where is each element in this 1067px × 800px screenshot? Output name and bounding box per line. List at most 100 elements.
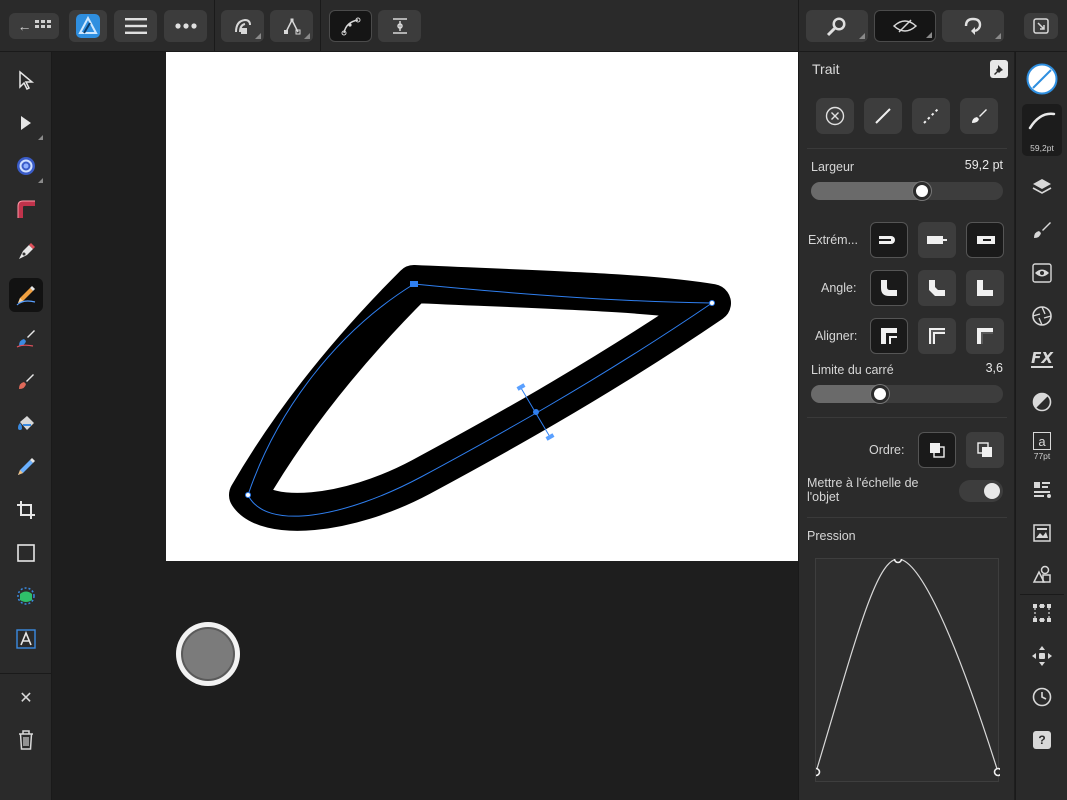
transform-origin-button[interactable] — [378, 10, 421, 42]
paint-icon — [19, 374, 34, 389]
undo-button[interactable] — [942, 10, 1004, 42]
shapes-icon — [1032, 565, 1051, 583]
curve-node-top[interactable] — [410, 281, 418, 287]
close-icon: ✕ — [19, 690, 33, 707]
shape-tool[interactable] — [9, 579, 43, 613]
node-tools-button[interactable] — [270, 10, 313, 42]
curve-node-right[interactable] — [709, 300, 715, 306]
artboard-drawing — [229, 265, 731, 531]
artboard[interactable] — [166, 52, 798, 561]
snapping-button[interactable] — [221, 10, 264, 42]
no-stroke-button[interactable] — [816, 98, 854, 134]
clock-icon — [1032, 687, 1052, 707]
color-studio-button[interactable] — [1025, 62, 1059, 96]
text-styles-studio-button[interactable] — [1025, 473, 1059, 507]
pressure-node-left[interactable] — [811, 767, 821, 777]
stroke-front-button[interactable] — [966, 432, 1004, 468]
transform-studio-button[interactable] — [1025, 596, 1059, 630]
rectangle-tool[interactable] — [9, 536, 43, 570]
more-button[interactable] — [164, 10, 207, 42]
pressure-node-right[interactable] — [993, 767, 1003, 777]
transparency-tool[interactable] — [9, 450, 43, 484]
panel-title: Trait — [812, 61, 840, 77]
align-center-button[interactable] — [918, 318, 956, 354]
square-cap-button[interactable] — [966, 222, 1004, 258]
pin-panel-button[interactable] — [990, 60, 1008, 78]
solid-line-button[interactable] — [864, 98, 902, 134]
stroke-color-icon — [1026, 63, 1058, 95]
arrange-front-icon — [977, 442, 992, 457]
help-studio-button[interactable]: ? — [1025, 723, 1059, 757]
menu-button[interactable] — [114, 10, 157, 42]
curve-node-start[interactable] — [245, 492, 251, 498]
view-mode-button[interactable] — [874, 10, 936, 42]
miter-slider-knob[interactable] — [871, 385, 889, 403]
curve-edit-button[interactable] — [329, 10, 372, 42]
texture-line-button[interactable] — [960, 98, 998, 134]
handle-end-top[interactable] — [516, 383, 526, 391]
affinity-designer-logo-icon — [76, 14, 100, 38]
pressure-label: Pression — [807, 529, 856, 543]
text-tool[interactable] — [9, 622, 43, 656]
pencil-tool[interactable] — [9, 278, 43, 312]
stroked-curve[interactable] — [229, 265, 731, 531]
round-cap-button[interactable] — [918, 222, 956, 258]
corner-tool[interactable] — [9, 192, 43, 226]
node-tool[interactable] — [9, 106, 43, 140]
navigator-studio-button[interactable] — [1025, 639, 1059, 673]
layers-studio-button[interactable] — [1025, 170, 1059, 204]
width-value: 59,2 pt — [964, 158, 1003, 172]
contour-tool[interactable] — [9, 149, 43, 183]
round-join-button[interactable] — [870, 270, 908, 306]
modifier-button[interactable] — [176, 622, 240, 686]
assets-studio-button[interactable] — [1025, 516, 1059, 550]
hamburger-icon — [124, 18, 147, 34]
bevel-join-button[interactable] — [918, 270, 956, 306]
brush-stroke-icon — [972, 109, 987, 123]
dashed-line-icon — [923, 108, 939, 124]
zoom-button[interactable] — [806, 10, 868, 42]
history-studio-button[interactable] — [1025, 680, 1059, 714]
vector-brush-tool[interactable] — [9, 321, 43, 355]
pencil-icon — [16, 286, 36, 306]
cursor-arrow-icon — [19, 70, 35, 90]
stroke-behind-button[interactable] — [918, 432, 956, 468]
crop-icon — [17, 501, 35, 519]
crop-tool[interactable] — [9, 493, 43, 527]
paint-brush-tool[interactable] — [9, 364, 43, 398]
butt-cap-button[interactable] — [870, 222, 908, 258]
handle-end-bottom[interactable] — [545, 433, 555, 441]
align-outside-button[interactable] — [966, 318, 1004, 354]
move-tool[interactable] — [9, 63, 43, 97]
miter-join-button[interactable] — [966, 270, 1004, 306]
designer-persona-button[interactable] — [69, 10, 107, 42]
align-inside-button[interactable] — [870, 318, 908, 354]
pen-tool[interactable] — [9, 235, 43, 269]
fullscreen-button[interactable] — [1024, 13, 1058, 39]
fill-tool[interactable] — [9, 407, 43, 441]
pressure-graph[interactable] — [811, 554, 1003, 782]
symbols-studio-button[interactable] — [1025, 557, 1059, 591]
scale-with-object-toggle[interactable] — [959, 480, 1003, 502]
shape-icon — [17, 587, 35, 605]
curve-node-mid[interactable] — [533, 409, 539, 415]
transparency-studio-button[interactable] — [1025, 385, 1059, 419]
close-button[interactable]: ✕ — [9, 681, 43, 715]
text-frame-icon — [16, 629, 36, 649]
dashed-line-button[interactable] — [912, 98, 950, 134]
pin-icon — [994, 65, 1003, 75]
adjustments-studio-button[interactable] — [1025, 299, 1059, 333]
pressure-node-peak[interactable] — [893, 554, 903, 564]
delete-button[interactable] — [9, 723, 43, 757]
appearance-studio-button[interactable] — [1025, 256, 1059, 290]
brushes-studio-button[interactable] — [1025, 213, 1059, 247]
canvas-area[interactable] — [52, 52, 798, 800]
bucket-icon — [18, 416, 34, 430]
back-arrow-icon: ← — [17, 18, 32, 34]
width-slider-knob[interactable] — [913, 182, 931, 200]
width-slider[interactable] — [811, 182, 1003, 200]
back-to-gallery-button[interactable]: ← — [9, 13, 59, 39]
solid-line-icon — [875, 108, 891, 124]
effects-studio-button[interactable]: FX — [1025, 342, 1059, 376]
miter-limit-slider[interactable] — [811, 385, 1003, 403]
